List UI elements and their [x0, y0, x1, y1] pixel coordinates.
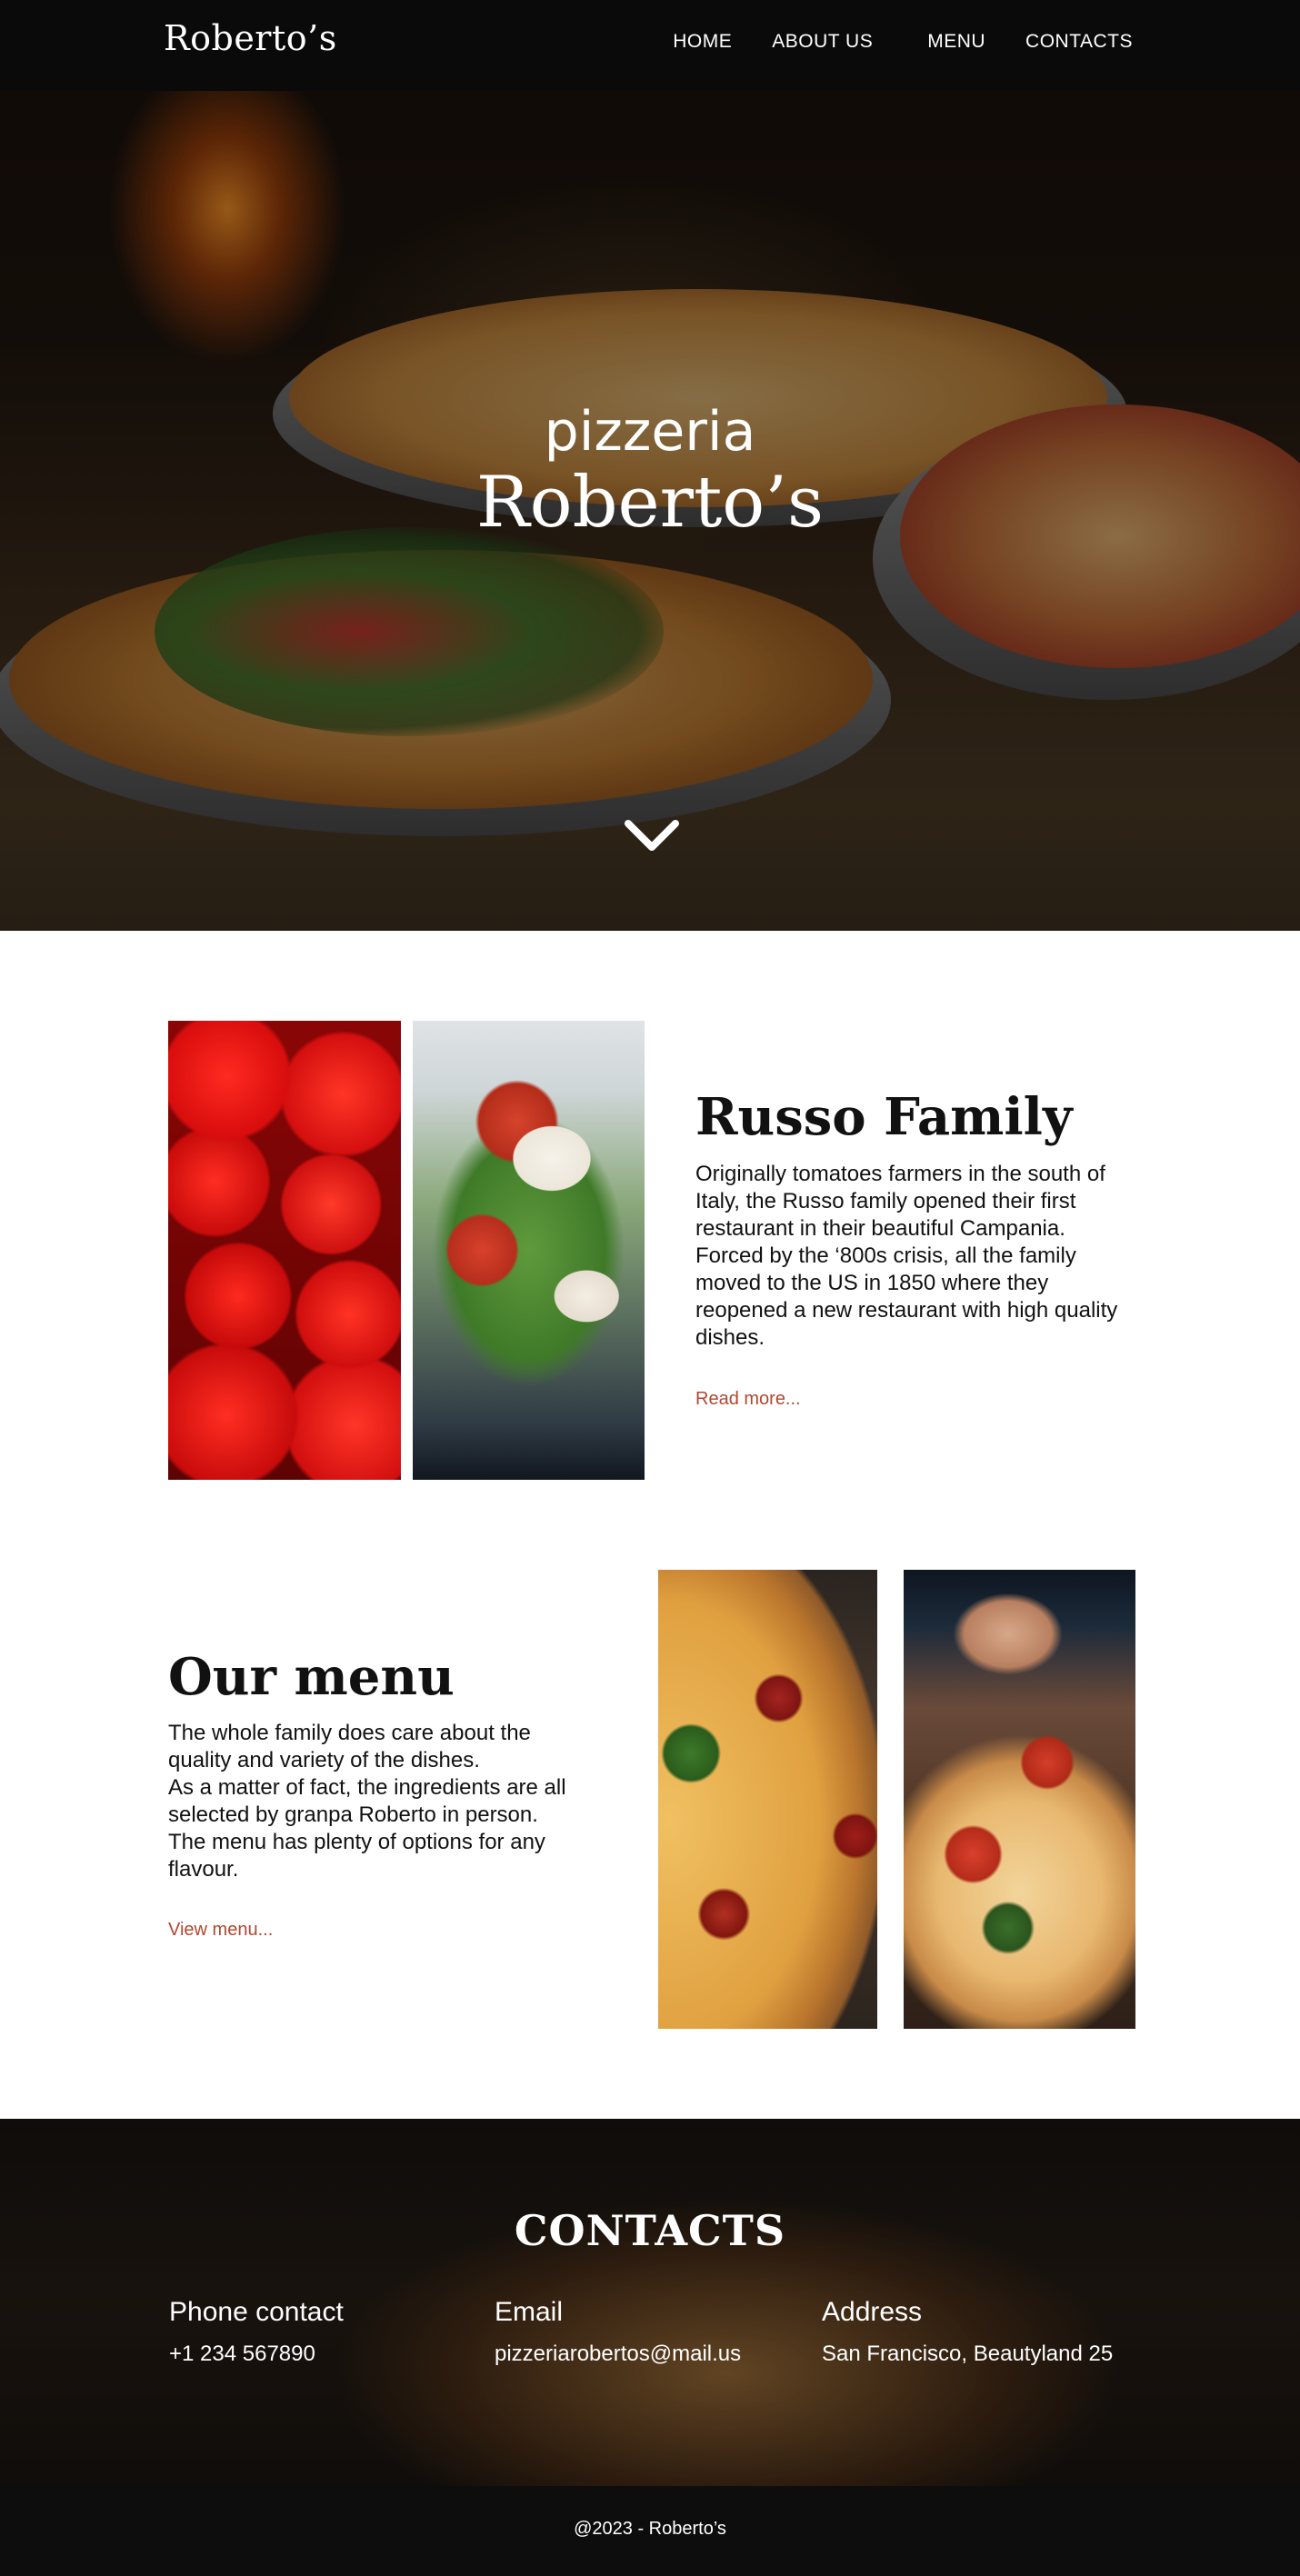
- hero-subtitle: pizzeria: [544, 400, 756, 464]
- about-title: Russo Family: [695, 1087, 1073, 1147]
- pizza-slice-photo: [904, 1570, 1135, 2029]
- nav-link-contacts[interactable]: CONTACTS: [1025, 31, 1133, 53]
- nav-links: HOME ABOUT US MENU CONTACTS: [633, 31, 1133, 53]
- footer-copyright: @2023 - Roberto’s: [574, 2519, 726, 2539]
- menu-paragraph: The whole family does care about the qua…: [168, 1721, 531, 1772]
- phone-contact: Phone contact +1 234 567890: [169, 2297, 344, 2368]
- email-value[interactable]: pizzeriarobertos@mail.us: [495, 2341, 741, 2368]
- about-text: Originally tomatoes farmers in the south…: [695, 1161, 1141, 1352]
- footer: @2023 - Roberto’s: [0, 2486, 1300, 2576]
- chevron-down-icon[interactable]: [623, 818, 681, 854]
- address-value: San Francisco, Beautyland 25: [822, 2341, 1114, 2366]
- address-label: Address: [822, 2297, 923, 2327]
- email-contact: Email pizzeriarobertos@mail.us: [495, 2297, 741, 2368]
- nav-link-home[interactable]: HOME: [673, 31, 732, 53]
- menu-paragraph: As a matter of fact, the ingredients are…: [168, 1775, 566, 1827]
- salad-photo: [413, 1021, 645, 1480]
- about-paragraph: Forced by the ‘800s crisis, all the fami…: [695, 1243, 1118, 1350]
- about-paragraph: Originally tomatoes farmers in the south…: [695, 1162, 1105, 1241]
- phone-value[interactable]: +1 234 567890: [169, 2341, 344, 2368]
- contacts-section: CONTACTS Phone contact +1 234 567890 Ema…: [0, 2119, 1300, 2486]
- menu-paragraph: The menu has plenty of options for any f…: [168, 1830, 545, 1882]
- nav-link-about[interactable]: ABOUT US: [772, 31, 873, 53]
- read-more-link[interactable]: Read more...: [695, 1389, 801, 1410]
- hero-section: pizzeria Roberto’s: [0, 91, 1300, 931]
- address-contact: Address San Francisco, Beautyland 25: [822, 2297, 1131, 2368]
- nav-link-menu[interactable]: MENU: [927, 31, 985, 53]
- top-nav: Roberto’s HOME ABOUT US MENU CONTACTS: [0, 0, 1300, 91]
- pizza-topdown-photo: [658, 1570, 877, 2029]
- menu-text: The whole family does care about the qua…: [168, 1720, 595, 1883]
- email-label: Email: [495, 2297, 564, 2327]
- menu-title: Our menu: [168, 1647, 455, 1707]
- phone-label: Phone contact: [169, 2297, 344, 2327]
- brand-logo[interactable]: Roberto’s: [164, 18, 337, 58]
- tomatoes-photo: [168, 1021, 401, 1480]
- contacts-title: CONTACTS: [514, 2206, 786, 2255]
- hero-title: Roberto’s: [475, 462, 825, 544]
- view-menu-link[interactable]: View menu...: [168, 1920, 273, 1941]
